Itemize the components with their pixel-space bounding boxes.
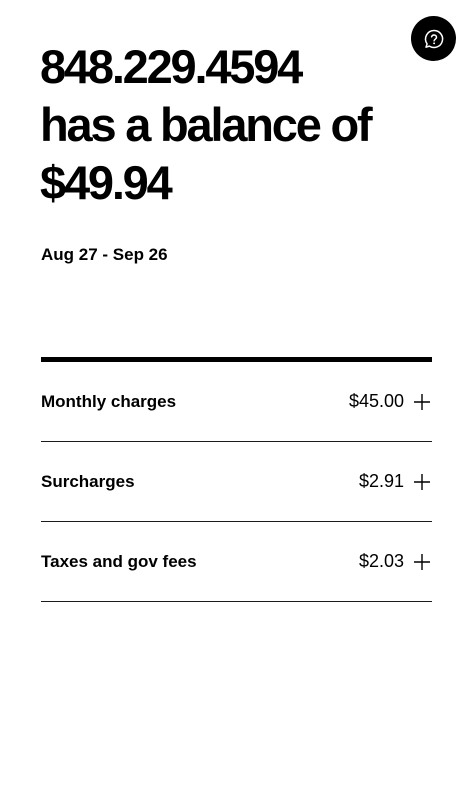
balance-headline: 848.229.4594 has a balance of $49.94 bbox=[40, 38, 420, 212]
charge-row-monthly[interactable]: Monthly charges $45.00 bbox=[41, 362, 432, 442]
charge-label: Taxes and gov fees bbox=[41, 551, 197, 571]
charge-label: Surcharges bbox=[41, 471, 135, 491]
expand-monthly-charges-button[interactable] bbox=[412, 392, 432, 412]
billing-period: Aug 27 - Sep 26 bbox=[41, 245, 168, 264]
help-chat-icon bbox=[424, 29, 443, 48]
balance-text: has a balance of bbox=[40, 98, 373, 151]
charge-value-group: $45.00 bbox=[349, 391, 432, 412]
plus-icon bbox=[414, 393, 430, 410]
charge-amount: $2.91 bbox=[358, 471, 404, 491]
balance-amount: $49.94 bbox=[40, 156, 173, 209]
expand-taxes-fees-button[interactable] bbox=[412, 552, 432, 572]
charge-amount: $2.03 bbox=[358, 551, 404, 571]
plus-icon bbox=[414, 473, 430, 490]
charge-row-taxes[interactable]: Taxes and gov fees $2.03 bbox=[41, 522, 432, 602]
charge-row-surcharges[interactable]: Surcharges $2.91 bbox=[41, 442, 432, 522]
charge-label: Monthly charges bbox=[41, 391, 177, 411]
charge-amount: $45.00 bbox=[348, 391, 404, 411]
charge-value-group: $2.91 bbox=[359, 471, 432, 492]
charge-value-group: $2.03 bbox=[359, 551, 432, 572]
charges-list: Monthly charges $45.00 Surcharges $2.91 … bbox=[41, 357, 432, 602]
phone-number: 848.229.4594 bbox=[40, 40, 303, 93]
expand-surcharges-button[interactable] bbox=[412, 472, 432, 492]
plus-icon bbox=[414, 553, 430, 570]
